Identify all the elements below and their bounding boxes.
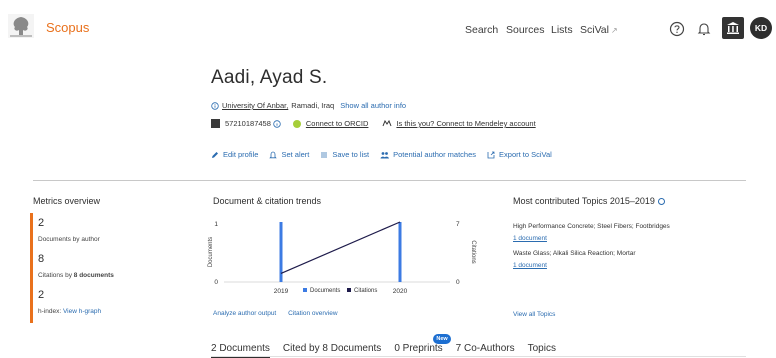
export-icon: [487, 151, 495, 158]
citations-label-prefix: Citations by: [38, 272, 72, 279]
legend-documents-label: Documents: [310, 288, 340, 294]
people-icon: [380, 151, 390, 158]
bell-alert-icon: [269, 151, 278, 158]
trends-title: Document & citation trends: [213, 196, 322, 206]
topics-title-label: Most contributed Topics 2015–2019: [513, 196, 655, 206]
nav-scival-label: SciVal: [580, 24, 609, 36]
author-id: 57210187458: [225, 119, 271, 128]
section-divider: [33, 180, 746, 181]
affiliation-link[interactable]: University Of Anbar,: [222, 101, 288, 110]
topics-title: Most contributed Topics 2015–2019: [513, 196, 665, 206]
author-name: Aadi, Ayad S.: [211, 67, 328, 88]
trend-chart: 1 0 Documents 7 0 Citations 2019 2020 Documents C…: [208, 221, 476, 295]
hindex-value: 2: [38, 289, 45, 301]
external-link-icon: ↗: [610, 26, 618, 35]
potential-matches-label: Potential author matches: [393, 150, 477, 159]
view-all-topics-link[interactable]: View all Topics: [513, 311, 555, 318]
bell-icon[interactable]: [695, 20, 713, 38]
nav-lists[interactable]: Lists: [551, 24, 573, 36]
tree-logo-icon: [8, 14, 34, 38]
citations-label-docs: 8 documents: [73, 272, 114, 279]
documents-label: Documents by author: [38, 236, 100, 243]
save-to-list-button[interactable]: Save to list: [320, 150, 369, 159]
x-tick-2019: 2019: [274, 288, 289, 295]
show-author-info-link[interactable]: Show all author info: [340, 101, 406, 110]
help-icon[interactable]: [668, 20, 686, 38]
nav-search[interactable]: Search: [465, 24, 498, 36]
mendeley-icon: [382, 120, 392, 127]
right-axis-label: Citations: [470, 240, 476, 263]
info-icon: [211, 101, 219, 110]
affiliation-location: Ramadi, Iraq: [291, 101, 335, 110]
author-affiliation: University Of Anbar, Ramadi, Iraq Show a…: [211, 101, 406, 110]
topic-2-docs[interactable]: 1 document: [513, 262, 547, 269]
scopus-brand[interactable]: Scopus: [46, 20, 89, 35]
topic-1-name: High Performance Concrete; Steel Fibers;…: [513, 223, 670, 230]
potential-matches-button[interactable]: Potential author matches: [380, 150, 476, 159]
hindex-label: h-index:: [38, 308, 62, 315]
nav-scival[interactable]: SciVal ↗: [580, 24, 618, 36]
left-axis-label: Documents: [208, 237, 214, 267]
top-bar: Scopus Search Sources Lists SciVal ↗ KD: [0, 0, 776, 50]
analyze-output-link[interactable]: Analyze author output: [213, 310, 276, 317]
connect-orcid-link[interactable]: Connect to ORCID: [306, 119, 369, 128]
pencil-icon: [212, 151, 218, 158]
x-tick-2020: 2020: [393, 288, 408, 295]
user-avatar[interactable]: KD: [750, 17, 772, 39]
elsevier-logo[interactable]: [8, 14, 34, 38]
citations-count[interactable]: 8: [38, 253, 44, 265]
view-hgraph-link[interactable]: View h-graph: [63, 308, 101, 315]
author-actions: Edit profile Set alert Save to list Pote…: [211, 150, 563, 159]
author-ids: 57210187458 Connect to ORCID Is this you…: [211, 119, 536, 128]
hindex-label-row: h-index: View h-graph: [38, 308, 101, 315]
topics-info-icon[interactable]: [657, 198, 665, 206]
legend-documents-swatch: [303, 288, 307, 292]
right-axis-tick-max: 7: [456, 221, 460, 228]
right-axis-tick-min: 0: [456, 279, 460, 286]
left-axis-tick-min: 0: [214, 279, 218, 286]
set-alert-label: Set alert: [281, 150, 310, 159]
topic-2-name: Waste Glass; Alkali Silica Reaction; Mor…: [513, 250, 636, 257]
documents-count[interactable]: 2: [38, 217, 44, 229]
export-scival-label: Export to SciVal: [499, 150, 552, 159]
legend-citations-label: Citations: [354, 288, 377, 294]
set-alert-button[interactable]: Set alert: [269, 150, 309, 159]
orcid-icon: [292, 119, 301, 128]
left-axis-tick-max: 1: [214, 221, 218, 228]
institution-icon[interactable]: [722, 17, 744, 39]
list-icon: [321, 152, 328, 157]
save-to-list-label: Save to list: [332, 150, 370, 159]
tab-underline: [211, 356, 746, 357]
institution-building-icon: [727, 22, 739, 34]
nav-sources[interactable]: Sources: [506, 24, 545, 36]
citations-line: [280, 221, 401, 274]
mendeley-connect[interactable]: Is this you? Connect to Mendeley account: [382, 119, 536, 128]
citation-overview-link[interactable]: Citation overview: [288, 310, 338, 317]
metrics-overview-title: Metrics overview: [33, 196, 101, 206]
edit-profile-button[interactable]: Edit profile: [211, 150, 258, 159]
edit-profile-label: Edit profile: [223, 150, 259, 159]
author-id-info-icon[interactable]: [273, 119, 281, 128]
legend-citations-swatch: [347, 288, 351, 292]
topic-1-docs[interactable]: 1 document: [513, 235, 547, 242]
documents-bar-2020: [398, 222, 402, 282]
export-scival-button[interactable]: Export to SciVal: [487, 150, 552, 159]
scopus-id-icon: [211, 119, 220, 128]
metrics-accent-bar: [30, 213, 33, 323]
trend-links: Analyze author output Citation overview: [213, 310, 348, 317]
citations-label: Citations by 8 documents: [38, 272, 114, 279]
mendeley-link: Is this you? Connect to Mendeley account: [396, 119, 536, 128]
